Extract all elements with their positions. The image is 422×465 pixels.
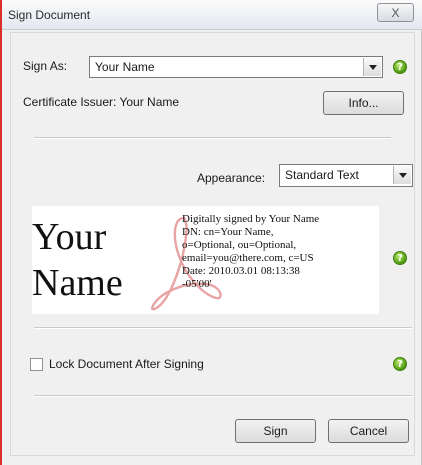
close-button[interactable]: X [377, 3, 414, 22]
signature-detail-line: Digitally signed by Your Name [182, 213, 320, 225]
cancel-button[interactable]: Cancel [328, 419, 409, 443]
signature-detail-line: Date: 2010.03.01 08:13:38 [182, 265, 300, 277]
help-icon[interactable]: ? [393, 60, 407, 74]
signature-detail-line: DN: cn=Your Name, [182, 226, 274, 238]
info-button[interactable]: Info... [323, 91, 404, 115]
close-icon: X [391, 5, 400, 20]
lock-document-checkbox[interactable] [30, 358, 43, 371]
sign-button[interactable]: Sign [235, 419, 316, 443]
appearance-label: Appearance: [197, 171, 266, 185]
divider [34, 395, 412, 397]
sign-as-dropdown[interactable]: Your Name [89, 56, 383, 78]
sign-document-dialog: Sign Document X Sign As: Your Name ? Cer… [0, 0, 422, 465]
signature-detail-line: email=you@there.com, c=US [182, 252, 314, 264]
signature-details: Digitally signed by Your Name DN: cn=You… [182, 213, 377, 291]
chevron-down-icon[interactable] [363, 58, 381, 76]
signature-name-line-1: Your [32, 216, 107, 258]
window-title: Sign Document [8, 8, 91, 22]
signature-name: Your Name [32, 214, 123, 306]
signature-name-line-2: Name [32, 262, 123, 304]
appearance-value: Standard Text [285, 168, 359, 182]
divider [34, 137, 391, 139]
signature-preview: Your Name Digitally signed by Your Name … [32, 206, 379, 314]
help-icon[interactable]: ? [393, 357, 407, 371]
title-bar[interactable]: Sign Document X [2, 0, 422, 30]
divider [34, 327, 412, 329]
dialog-body: Sign As: Your Name ? Certificate Issuer:… [10, 32, 415, 456]
help-icon[interactable]: ? [393, 251, 407, 265]
chevron-down-icon[interactable] [393, 166, 411, 184]
signature-detail-line: -05'00' [182, 278, 212, 290]
lock-document-label[interactable]: Lock Document After Signing [49, 357, 204, 371]
certificate-issuer-label: Certificate Issuer: Your Name [23, 95, 180, 109]
sign-as-label: Sign As: [23, 59, 68, 73]
appearance-dropdown[interactable]: Standard Text [279, 164, 413, 187]
signature-detail-line: o=Optional, ou=Optional, [182, 239, 297, 251]
sign-as-value: Your Name [95, 60, 155, 74]
